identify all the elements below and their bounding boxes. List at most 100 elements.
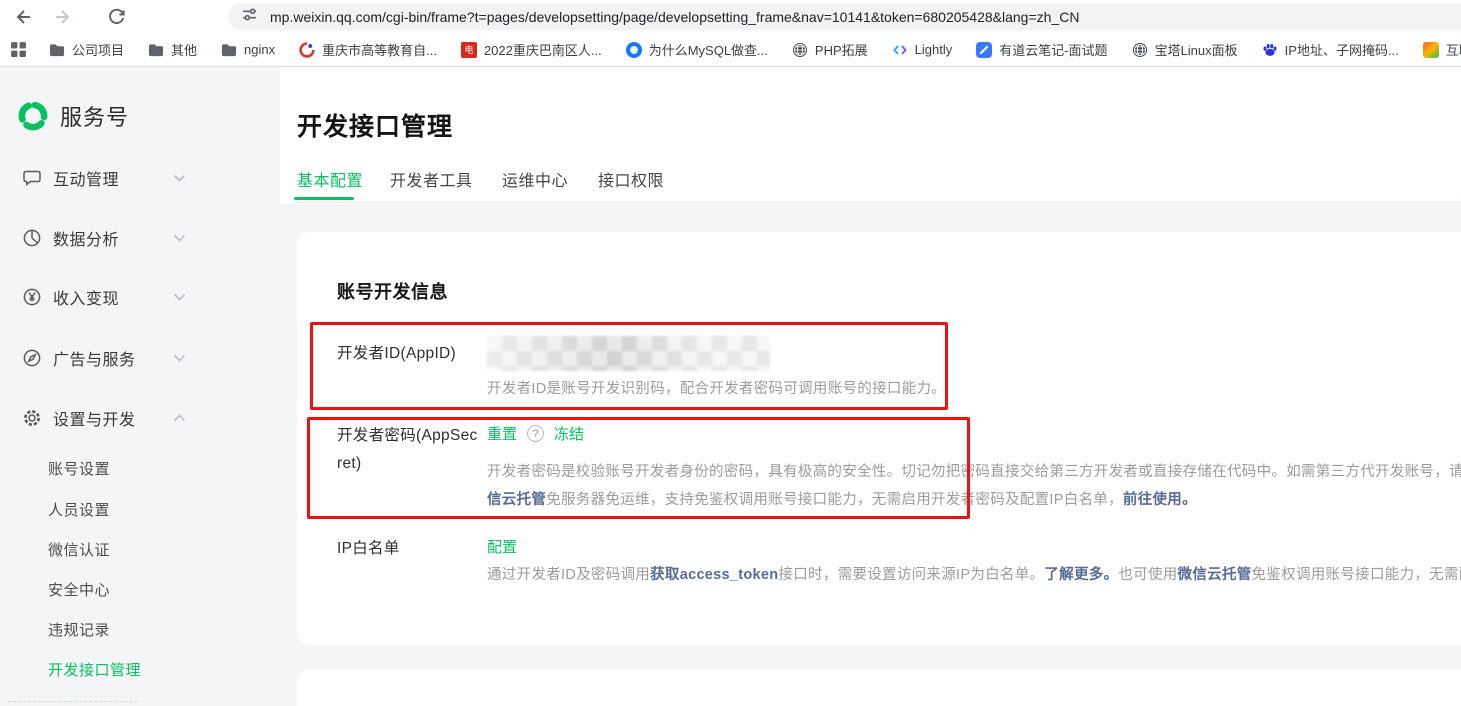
forward-icon[interactable]	[48, 3, 76, 31]
sidebar-item-security-center[interactable]: 安全中心	[48, 579, 110, 601]
freeze-link[interactable]: 冻结	[554, 423, 584, 444]
divider	[8, 701, 138, 702]
sidebar-item-settings-dev[interactable]: 设置与开发	[22, 405, 262, 431]
sidebar-item-analytics[interactable]: 数据分析	[22, 225, 262, 251]
chat-icon	[23, 170, 41, 187]
appsecret-desc-line1: 开发者密码是校验账号开发者身份的密码，具有极高的安全性。切记勿把密码直接交给第三…	[487, 464, 1461, 480]
sidebar-item-ads-services[interactable]: 广告与服务	[22, 345, 262, 371]
tab-developer-tools[interactable]: 开发者工具	[390, 167, 473, 191]
bookmark-label: 宝塔Linux面板	[1154, 43, 1238, 58]
bookmark-folder[interactable]: nginx	[221, 42, 275, 58]
ip-whitelist-description: 通过开发者ID及密码调用获取access_token接口时，需要设置访问来源IP…	[487, 567, 1461, 583]
apps-grid-icon[interactable]	[10, 41, 27, 58]
bookmark-folder[interactable]: 公司项目	[49, 40, 124, 59]
url-text[interactable]: mp.weixin.qq.com/cgi-bin/frame?t=pages/d…	[270, 9, 1079, 25]
sidebar-item-label: 收入变现	[53, 291, 120, 308]
bookmark[interactable]: 为什么MySQL做查...	[625, 40, 768, 59]
bookmark-label: nginx	[244, 42, 276, 57]
access-token-link[interactable]: 获取access_token	[650, 567, 778, 583]
appid-description: 开发者ID是账号开发识别码，配合开发者密码可调用账号的接口能力。	[487, 381, 947, 397]
tab-basic-config[interactable]: 基本配置	[297, 167, 363, 191]
sidebar-item-label: 数据分析	[53, 232, 120, 249]
appid-value-redacted	[487, 336, 770, 371]
bookmark-label: 为什么MySQL做查...	[648, 43, 768, 58]
cloud-hosting-link[interactable]: 信云托管	[487, 492, 546, 508]
bookmark[interactable]: IP地址、子网掩码...	[1262, 40, 1399, 59]
ip-whitelist-label: IP白名单	[337, 540, 400, 557]
sidebar-item-dev-interface-mgmt[interactable]: 开发接口管理	[48, 659, 141, 681]
blue-ring-favicon-icon	[625, 41, 642, 58]
bookmark-label: 2022重庆巴南区人...	[483, 43, 602, 58]
go-use-link[interactable]: 前往使用。	[1123, 492, 1197, 508]
bookmark-label: Lightly	[914, 42, 953, 57]
active-tab-underline	[294, 197, 354, 200]
appsecret-label-line2: ret)	[337, 455, 362, 472]
appsecret-description: 开发者密码是校验账号开发者身份的密码，具有极高的安全性。切记勿把密码直接交给第三…	[487, 458, 1461, 514]
bookmark-folder[interactable]: 其他	[148, 40, 197, 59]
blue-pen-favicon-icon	[976, 41, 993, 58]
chevron-down-icon	[173, 288, 186, 306]
bookmark[interactable]: 电 2022重庆巴南区人...	[460, 40, 602, 59]
tab-ops-center[interactable]: 运维中心	[502, 167, 568, 191]
bookmark-label: 其他	[171, 43, 198, 58]
sidebar: 服务号 互动管理 数据分析 收入变现 广告与服务 设置与开发 账号设置 人员设置…	[0, 67, 280, 706]
sidebar-item-violation-records[interactable]: 违规记录	[48, 619, 110, 641]
url-bar[interactable]: mp.weixin.qq.com/cgi-bin/frame?t=pages/d…	[228, 3, 1461, 30]
baidu-paw-favicon-icon	[1262, 42, 1278, 58]
sidebar-item-account-settings[interactable]: 账号设置	[48, 458, 110, 480]
sidebar-item-wechat-verification[interactable]: 微信认证	[48, 539, 110, 561]
help-icon[interactable]: ?	[527, 425, 545, 442]
code-brackets-favicon-icon	[892, 42, 908, 58]
wechat-mp-console: 服务号 互动管理 数据分析 收入变现 广告与服务 设置与开发 账号设置 人员设置…	[0, 67, 1461, 706]
back-icon[interactable]	[10, 3, 38, 31]
appsecret-label: 开发者密码(AppSec ret)	[337, 422, 495, 478]
chevron-down-icon	[173, 229, 186, 247]
sidebar-item-label: 互动管理	[53, 172, 120, 189]
globe-favicon-icon	[792, 42, 808, 58]
colorful-favicon-icon	[1422, 41, 1439, 58]
gear-icon	[24, 410, 40, 426]
bookmark[interactable]: 有道云笔记-面试题	[976, 40, 1108, 59]
bookmark-label: 互联网智查_重庆市...	[1445, 43, 1461, 58]
appsecret-label-line1: 开发者密码(AppSec	[337, 427, 478, 444]
learn-more-link[interactable]: 了解更多。	[1044, 567, 1118, 583]
page-title: 开发接口管理	[297, 113, 454, 141]
divider	[294, 202, 1461, 203]
bookmark-label: PHP拓展	[814, 43, 868, 58]
sidebar-item-interaction[interactable]: 互动管理	[22, 165, 262, 191]
globe-favicon-icon	[1132, 42, 1148, 58]
bookmarks-bar: 公司项目 其他 nginx 重庆市高等教育自... 电 2022重庆巴南区人..…	[0, 33, 1461, 67]
folder-icon	[148, 42, 164, 58]
chevron-up-icon	[173, 409, 186, 427]
appsecret-actions: 重置 ? 冻结	[487, 423, 584, 444]
bookmark-label: IP地址、子网掩码...	[1284, 43, 1399, 58]
appid-label: 开发者ID(AppID)	[337, 345, 457, 362]
wechat-cloud-hosting-link[interactable]: 微信云托管	[1178, 567, 1252, 583]
bookmark[interactable]: 重庆市高等教育自...	[299, 40, 437, 59]
account-logo[interactable]: 服务号	[17, 100, 129, 132]
red-swirl-favicon-icon	[299, 41, 315, 58]
bookmark[interactable]: PHP拓展	[792, 40, 868, 59]
sidebar-item-label: 广告与服务	[53, 352, 136, 369]
section-title: 账号开发信息	[337, 282, 448, 302]
pie-chart-icon	[23, 229, 41, 247]
tab-api-permissions[interactable]: 接口权限	[598, 167, 664, 191]
next-section-card	[297, 670, 1461, 706]
reload-icon[interactable]	[102, 3, 130, 31]
folder-icon	[221, 42, 237, 58]
account-type-label: 服务号	[60, 105, 130, 130]
bookmark[interactable]: Lightly	[892, 42, 953, 58]
site-settings-icon[interactable]	[241, 6, 258, 28]
bookmark[interactable]: 宝塔Linux面板	[1132, 40, 1238, 59]
appsecret-desc-line2: 信云托管免服务器免运维，支持免鉴权调用账号接口能力，无需启用开发者密码及配置IP…	[487, 492, 1197, 508]
configure-link[interactable]: 配置	[487, 536, 517, 557]
bookmark[interactable]: 互联网智查_重庆市...	[1422, 40, 1461, 59]
bookmark-label: 公司项目	[72, 43, 125, 58]
browser-toolbar: mp.weixin.qq.com/cgi-bin/frame?t=pages/d…	[0, 0, 1461, 33]
chevron-down-icon	[173, 349, 186, 367]
chevron-down-icon	[173, 169, 186, 187]
sidebar-item-staff-settings[interactable]: 人员设置	[48, 499, 110, 521]
bookmark-label: 重庆市高等教育自...	[322, 43, 437, 58]
reset-link[interactable]: 重置	[487, 423, 517, 444]
sidebar-item-monetization[interactable]: 收入变现	[22, 284, 262, 310]
